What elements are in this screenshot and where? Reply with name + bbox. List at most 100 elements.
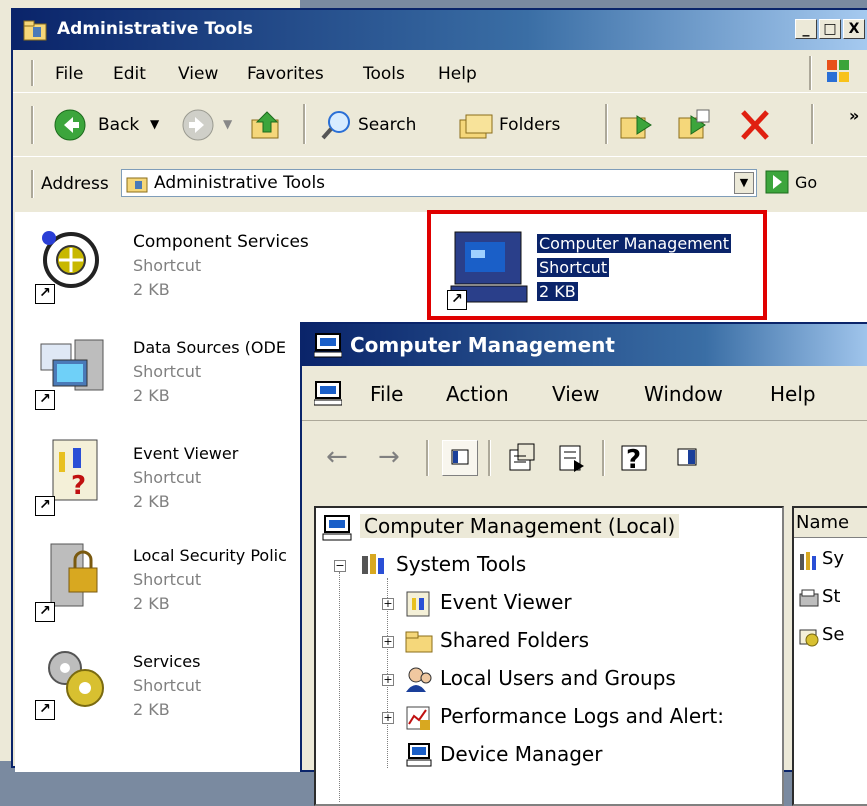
folders-icon[interactable] [458, 108, 494, 142]
list-item[interactable]: ↗ [33, 642, 113, 722]
help-icon[interactable]: ? [618, 440, 654, 476]
cm-menu-help[interactable]: Help [770, 382, 816, 406]
lock-server-icon [47, 538, 103, 608]
cm-menu-window[interactable]: Window [644, 382, 723, 406]
toolbar-grip [31, 106, 34, 144]
item-name[interactable]: Local Security Polic [133, 546, 287, 565]
tree-system-tools[interactable]: System Tools [396, 552, 526, 576]
tree-performance-logs[interactable]: Performance Logs and Alert: [440, 704, 724, 728]
menu-tools[interactable]: Tools [363, 64, 405, 84]
back-dropdown-icon[interactable]: ▼ [150, 117, 159, 131]
forward-arrow-icon[interactable]: → [378, 442, 400, 472]
shortcut-arrow-icon: ↗ [35, 390, 55, 410]
expand-icon[interactable]: + [382, 712, 394, 724]
tree-shared-folders[interactable]: Shared Folders [440, 628, 589, 652]
close-button[interactable]: X [843, 19, 865, 39]
toolbar-separator [426, 440, 429, 476]
search-label[interactable]: Search [358, 115, 416, 135]
item-size: 2 KB [133, 386, 170, 405]
cm-menu-file[interactable]: File [370, 382, 403, 406]
admin-menu-bar: File Edit View Favorites Tools Help [13, 52, 867, 93]
shortcut-arrow-icon: ↗ [35, 602, 55, 622]
cm-menu-action[interactable]: Action [446, 382, 509, 406]
event-viewer-icon [404, 590, 434, 618]
admin-title-bar[interactable]: Administrative Tools _ □ X [13, 10, 867, 50]
expand-icon[interactable]: + [382, 674, 394, 686]
shared-folder-icon [404, 628, 434, 656]
item-type: Shortcut [133, 570, 202, 589]
tree-root-label[interactable]: Computer Management (Local) [360, 514, 680, 538]
properties-icon[interactable] [504, 440, 540, 476]
show-hide-tree-icon[interactable] [442, 440, 478, 476]
expand-icon[interactable]: + [382, 636, 394, 648]
column-header-name[interactable]: Name [794, 508, 867, 538]
computer-icon [313, 380, 343, 406]
svg-text:?: ? [71, 471, 86, 501]
go-arrow-icon[interactable] [765, 170, 789, 194]
folder-tools-icon [126, 173, 148, 193]
collapse-icon[interactable]: − [334, 560, 346, 572]
toolbar-overflow-chevron[interactable]: » [849, 106, 859, 125]
search-icon[interactable] [319, 108, 355, 142]
list-row-system-tools[interactable]: Sy [822, 548, 844, 569]
computer-management-window: Computer Management File Action View Win… [300, 322, 867, 806]
component-services-icon [37, 230, 103, 292]
system-tools-icon [798, 550, 820, 572]
move-to-icon[interactable] [619, 108, 655, 142]
folders-label[interactable]: Folders [499, 115, 560, 135]
list-item[interactable]: ↗ [33, 330, 113, 410]
toolbar-separator [303, 104, 306, 144]
item-name[interactable]: Event Viewer [133, 444, 238, 463]
item-name[interactable]: Component Services [133, 232, 309, 252]
item-type: Shortcut [133, 256, 202, 275]
maximize-button[interactable]: □ [819, 19, 841, 39]
list-row-services[interactable]: Se [822, 624, 845, 645]
menu-favorites[interactable]: Favorites [247, 64, 324, 84]
shortcut-arrow-icon: ↗ [35, 496, 55, 516]
cm-tree-pane: Computer Management (Local) − System Too… [314, 506, 784, 806]
cm-title-bar[interactable]: Computer Management [302, 324, 867, 366]
list-item[interactable]: ↗ [33, 538, 113, 622]
address-dropdown-button[interactable]: ▼ [734, 172, 754, 194]
copy-to-icon[interactable] [677, 108, 713, 142]
export-list-icon[interactable] [554, 440, 590, 476]
go-label[interactable]: Go [795, 173, 817, 192]
list-item[interactable]: ? ↗ [33, 436, 113, 516]
item-name[interactable]: Data Sources (ODE [133, 338, 286, 357]
cm-menu-bar: File Action View Window Help [302, 368, 867, 421]
expand-icon[interactable]: + [382, 598, 394, 610]
item-type: Shortcut [133, 362, 202, 381]
item-name[interactable]: Services [133, 652, 200, 671]
back-arrow-icon[interactable]: ← [326, 442, 348, 472]
tree-device-manager[interactable]: Device Manager [440, 742, 602, 766]
action-pane-icon[interactable] [670, 440, 706, 476]
forward-dropdown-icon[interactable]: ▼ [223, 117, 232, 131]
menu-file[interactable]: File [55, 64, 83, 84]
cm-window-title: Computer Management [350, 333, 615, 357]
back-arrow-icon[interactable] [53, 108, 87, 142]
menu-view[interactable]: View [178, 64, 218, 84]
tree-event-viewer[interactable]: Event Viewer [440, 590, 572, 614]
menu-edit[interactable]: Edit [113, 64, 146, 84]
up-folder-icon[interactable] [249, 108, 285, 142]
shortcut-arrow-icon: ↗ [35, 700, 55, 720]
address-value[interactable]: Administrative Tools [154, 173, 325, 193]
address-field[interactable]: Administrative Tools ▼ [121, 169, 757, 197]
performance-logs-icon [404, 704, 434, 732]
toolbar-separator-3 [811, 104, 814, 144]
tree-local-users-groups[interactable]: Local Users and Groups [440, 666, 676, 690]
system-tools-icon [358, 550, 388, 578]
menu-separator [809, 56, 812, 90]
minimize-button[interactable]: _ [795, 19, 817, 39]
computer-icon [322, 514, 352, 542]
back-label[interactable]: Back [98, 115, 139, 135]
delete-icon[interactable] [737, 108, 773, 142]
forward-arrow-icon[interactable] [181, 108, 215, 142]
windows-logo-icon [821, 56, 855, 88]
users-icon [404, 666, 434, 694]
menu-help[interactable]: Help [438, 64, 477, 84]
cm-menu-view[interactable]: View [552, 382, 599, 406]
device-manager-icon [404, 742, 434, 770]
list-row-storage[interactable]: St [822, 586, 840, 607]
list-item[interactable]: ↗ [33, 224, 113, 304]
